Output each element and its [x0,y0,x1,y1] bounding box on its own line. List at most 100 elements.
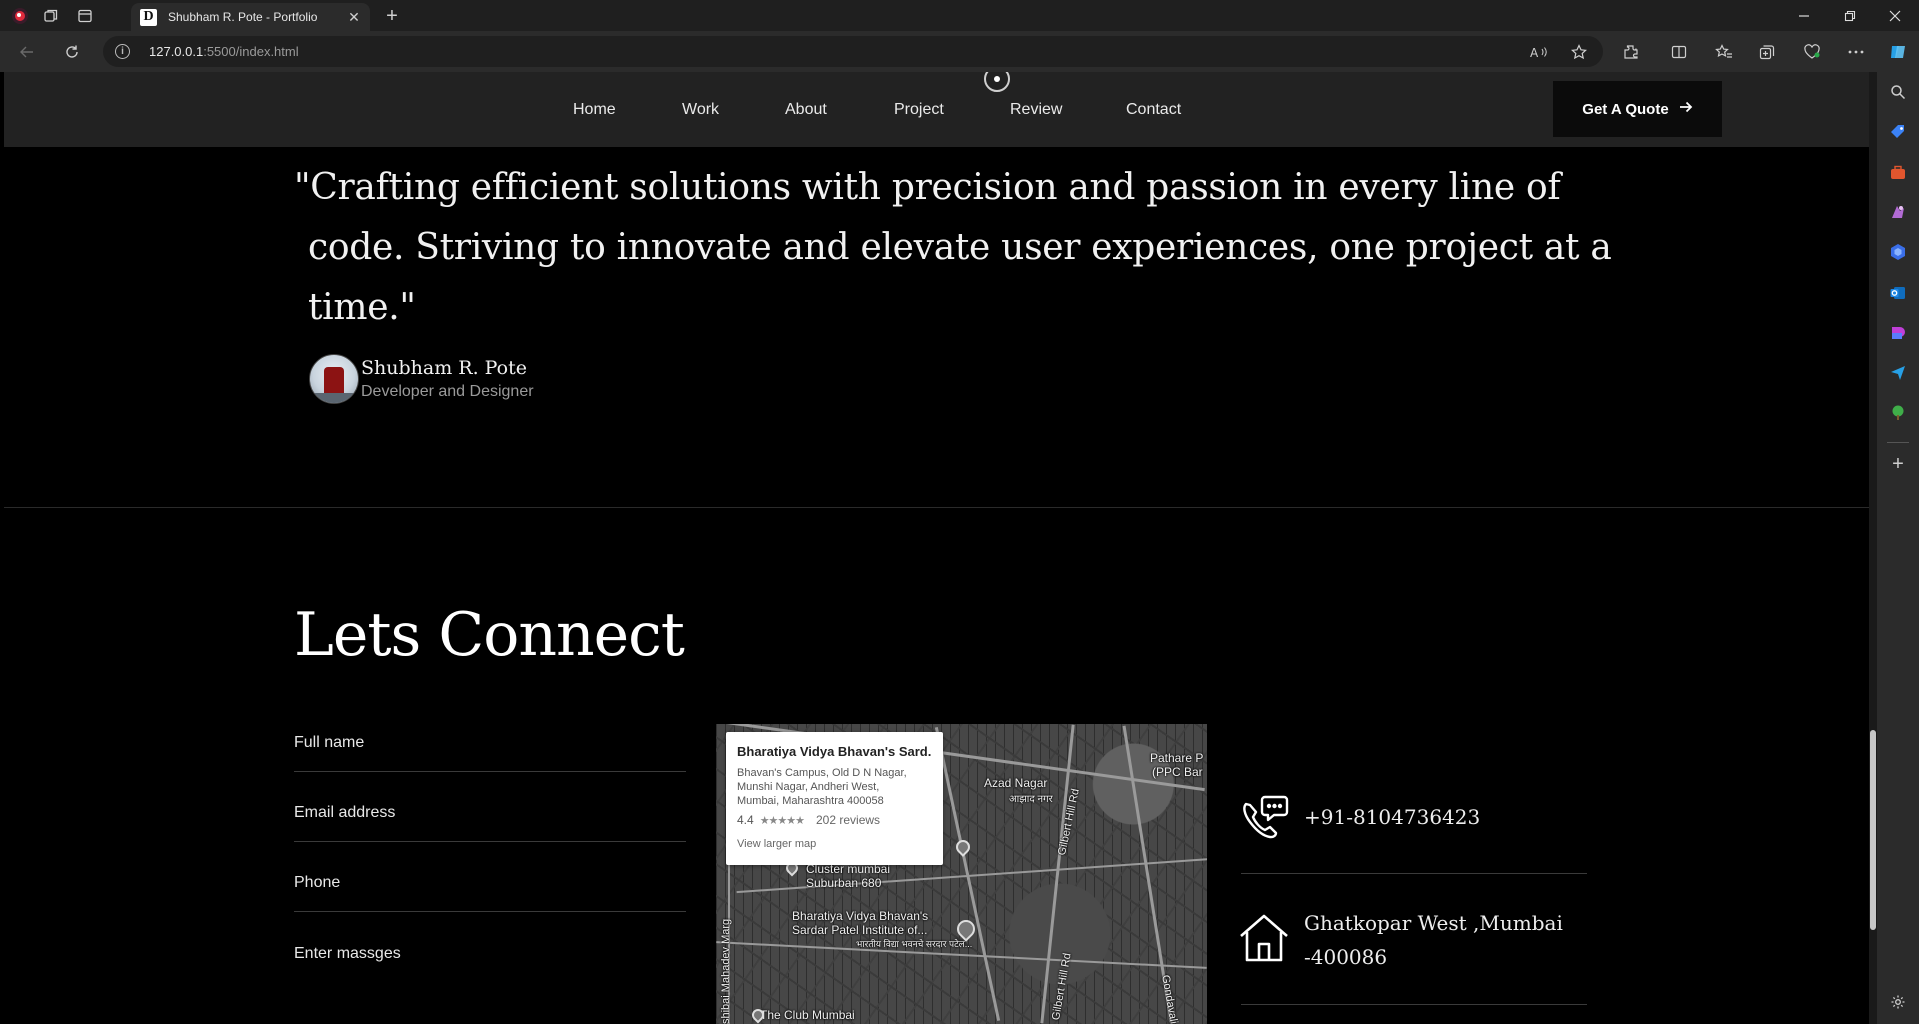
games-icon[interactable] [1888,202,1908,222]
rating-stars-icon: ★★★★★ [759,814,805,827]
author-role: Developer and Designer [361,383,534,400]
map-label: Gondavali Rd [1159,974,1183,1024]
svg-text:A: A [1530,46,1539,59]
arrow-right-icon [1679,100,1693,118]
map-marker-icon[interactable] [953,837,973,857]
favorite-star-icon[interactable] [1568,41,1590,63]
address-line: -400086 [1304,945,1388,969]
map-label: Pathare P [1150,751,1204,765]
reload-icon[interactable] [61,41,83,63]
map-label: आझाद नगर [1009,794,1053,805]
browser-tab-bar: D Shubham R. Pote - Portfolio ✕ + [0,0,1919,31]
email-field[interactable]: Email address [294,792,686,842]
map-label: shibai Mahadev Marg [720,918,732,1024]
get-a-quote-button[interactable]: Get A Quote [1553,81,1722,137]
send-paper-plane-icon[interactable] [1888,363,1908,383]
avatar [309,354,359,404]
tab-title: Shubham R. Pote - Portfolio [168,10,318,24]
place-title: Bharatiya Vidya Bhavan's Sard... [737,744,932,759]
back-icon[interactable] [16,41,38,63]
scroll-indicator-icon [984,72,1010,92]
nav-link-project[interactable]: Project [894,101,944,119]
testimonial-author: Shubham R. Pote Developer and Designer [309,354,534,404]
tools-briefcase-icon[interactable] [1888,163,1908,183]
get-a-quote-label: Get A Quote [1582,100,1669,118]
page-scrollbar[interactable] [1869,72,1877,1024]
settings-more-icon[interactable] [1845,41,1867,63]
connect-heading: Lets Connect [294,600,685,670]
browser-address-bar: i 127.0.0.1:5500/index.html A [0,31,1919,72]
page-viewport: Home Work About Project Review Contact G… [4,72,1873,1024]
site-favicon-icon: D [140,8,157,26]
minimize-icon[interactable] [1793,5,1815,27]
split-screen-icon[interactable] [1668,41,1690,63]
location-map[interactable]: Azad Nagar आझाद नगर Pathare P (PPC Bar G… [716,724,1207,1024]
quote-line: "Crafting efficient solutions with preci… [294,167,1561,208]
map-label: Suburban 680 [806,876,882,890]
workspaces-icon[interactable] [41,6,61,26]
home-icon [1238,912,1290,964]
section-divider [4,507,1873,508]
map-label: (PPC Bar [1152,765,1203,779]
contact-phone[interactable]: +91-8104736423 [1304,800,1480,834]
quote-line: code. Striving to innovate and elevate u… [308,227,1612,268]
contact-address: Ghatkopar West ,Mumbai -400086 [1304,906,1563,974]
read-aloud-icon[interactable]: A [1528,41,1550,63]
tree-icon[interactable] [1888,403,1908,423]
close-tab-icon[interactable]: ✕ [346,9,362,25]
site-navbar: Home Work About Project Review Contact G… [4,72,1873,147]
testimonial-quote: "Crafting efficient solutions with preci… [294,158,1612,338]
designer-icon[interactable] [1888,323,1908,343]
tab-portfolio[interactable]: D Shubham R. Pote - Portfolio ✕ [131,3,370,31]
map-label: Gilbert Hill Rd [1056,787,1082,857]
nav-link-contact[interactable]: Contact [1126,101,1181,119]
map-label: The Club Mumbai [760,1008,855,1022]
browser-essentials-icon[interactable] [1801,41,1823,63]
quote-line: time." [308,287,416,328]
copilot-icon[interactable] [1887,41,1909,63]
map-label: Bharatiya Vidya Bhavan's [792,909,929,923]
view-larger-map-link[interactable]: View larger map [737,838,932,850]
url-text: 127.0.0.1:5500/index.html [149,44,299,59]
restore-icon[interactable] [1839,5,1861,27]
shopping-tag-icon[interactable] [1888,122,1908,142]
close-window-icon[interactable] [1884,5,1906,27]
tab-actions-icon[interactable] [75,6,95,26]
map-label: Gilbert Hill Rd [1050,952,1074,1022]
extensions-icon[interactable] [1620,41,1642,63]
contact-divider [1241,1004,1587,1005]
favorites-icon[interactable] [1713,41,1735,63]
scrollbar-thumb[interactable] [1870,730,1876,930]
site-info-icon[interactable]: i [115,44,130,59]
map-place-card: Bharatiya Vidya Bhavan's Sard... Bhavan'… [726,732,943,865]
nav-link-review[interactable]: Review [1010,101,1062,119]
place-rating: 4.4 ★★★★★ 202 reviews [737,813,932,827]
map-label: Azad Nagar [984,776,1048,790]
place-address: Bhavan's Campus, Old D N Nagar, Munshi N… [737,767,907,807]
nav-link-home[interactable]: Home [573,101,616,119]
review-count[interactable]: 202 reviews [816,813,880,827]
message-field[interactable]: Enter massges [294,933,686,983]
author-name: Shubham R. Pote [361,357,527,379]
new-tab-icon[interactable]: + [382,5,402,27]
map-label: भारतीय विद्या भवनचे सरदार पटेल... [856,939,973,949]
map-label: Sardar Patel Institute of... [792,923,928,937]
phone-field[interactable]: Phone [294,862,686,912]
url-field[interactable]: i 127.0.0.1:5500/index.html [103,36,1603,67]
outlook-icon[interactable] [1888,283,1908,303]
nav-link-work[interactable]: Work [682,101,719,119]
copilot-app-icon[interactable] [1888,242,1908,262]
collections-icon[interactable] [1756,41,1778,63]
profile-avatar-icon[interactable] [10,6,30,26]
edge-sidebar: + [1877,72,1919,1024]
rating-value: 4.4 [737,813,754,827]
address-line: Ghatkopar West ,Mumbai [1304,911,1563,935]
search-icon[interactable] [1888,82,1908,102]
nav-link-about[interactable]: About [785,101,827,119]
sidebar-settings-icon[interactable] [1888,992,1908,1012]
add-sidebar-app-icon[interactable]: + [1888,453,1908,475]
contact-divider [1241,873,1587,874]
sidebar-divider [1887,442,1909,443]
phone-chat-icon [1238,792,1290,844]
full-name-field[interactable]: Full name [294,722,686,772]
